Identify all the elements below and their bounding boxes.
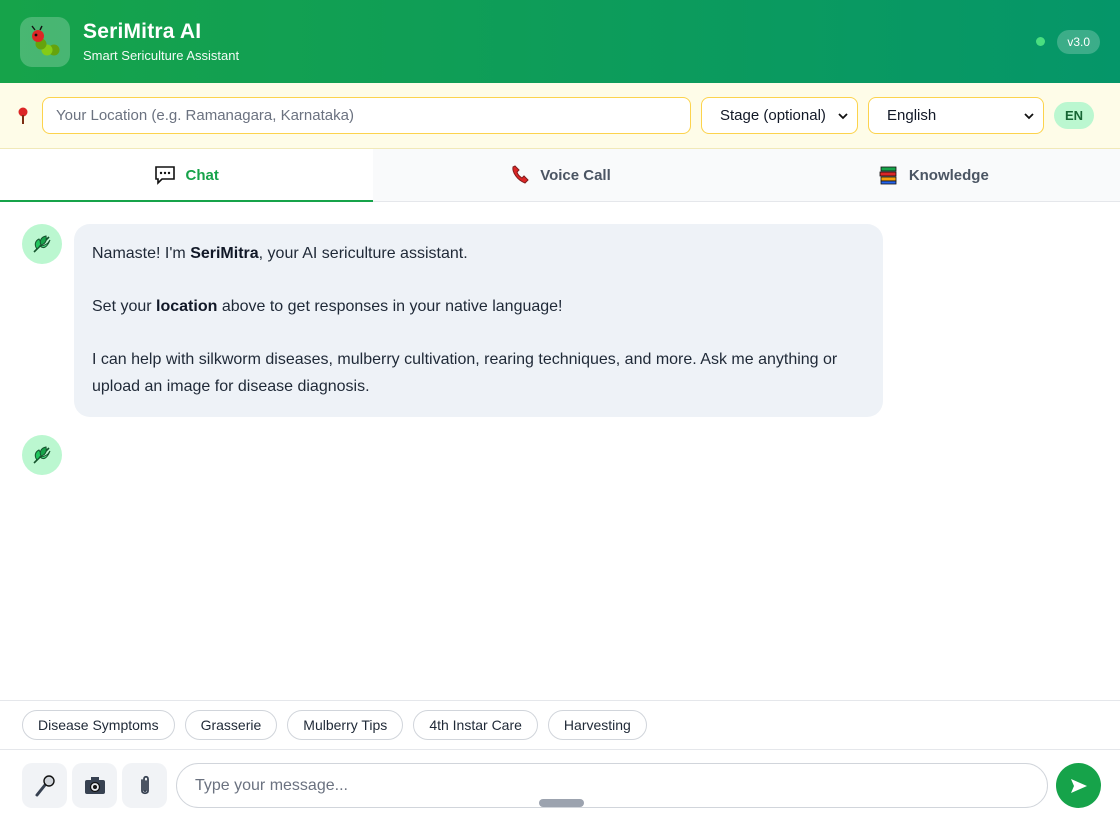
language-select-value: English bbox=[887, 107, 937, 124]
brand: SeriMitra AI Smart Sericulture Assistant bbox=[83, 20, 239, 63]
resize-handle[interactable] bbox=[539, 799, 584, 807]
send-button[interactable] bbox=[1056, 763, 1101, 808]
version-badge: v3.0 bbox=[1057, 29, 1100, 54]
chip-grasserie[interactable]: Grasserie bbox=[184, 710, 278, 740]
chat-icon bbox=[155, 166, 176, 185]
welcome-line-3: I can help with silkworm diseases, mulbe… bbox=[92, 351, 838, 395]
welcome-line-2: Set your location above to get responses… bbox=[92, 293, 865, 320]
paperclip-icon bbox=[140, 775, 149, 794]
phone-icon bbox=[512, 165, 529, 184]
header-status: v3.0 bbox=[1036, 29, 1100, 54]
caterpillar-logo-icon bbox=[20, 16, 70, 67]
tab-voice-call-label: Voice Call bbox=[540, 166, 611, 184]
message-bubble: Namaste! I'm SeriMitra, your AI sericult… bbox=[74, 224, 883, 417]
welcome-text: Set your bbox=[92, 298, 157, 315]
welcome-text: , your AI sericulture assistant. bbox=[258, 245, 468, 262]
quick-replies: Disease Symptoms Grasserie Mulberry Tips… bbox=[0, 700, 1120, 750]
camera-icon bbox=[84, 776, 105, 794]
assistant-message: Namaste! I'm SeriMitra, your AI sericult… bbox=[22, 224, 1098, 417]
leaf-avatar-icon bbox=[22, 224, 62, 264]
leaf-avatar-icon bbox=[22, 435, 62, 475]
assistant-typing-message bbox=[22, 435, 1098, 475]
attach-button[interactable] bbox=[122, 763, 167, 808]
composer bbox=[0, 750, 1120, 821]
language-select[interactable]: English bbox=[868, 97, 1044, 134]
chip-disease-symptoms[interactable]: Disease Symptoms bbox=[22, 710, 175, 740]
assistant-name: SeriMitra bbox=[190, 245, 259, 262]
camera-button[interactable] bbox=[72, 763, 117, 808]
location-input[interactable] bbox=[42, 97, 691, 134]
location-emphasis: location bbox=[156, 298, 218, 315]
tab-chat-label: Chat bbox=[185, 166, 219, 184]
online-status-icon bbox=[1036, 37, 1046, 46]
chip-harvesting[interactable]: Harvesting bbox=[547, 710, 647, 740]
tab-voice-call[interactable]: Voice Call bbox=[373, 149, 746, 201]
chip-mulberry-tips[interactable]: Mulberry Tips bbox=[287, 710, 404, 740]
tab-knowledge-label: Knowledge bbox=[908, 166, 989, 184]
chevron-down-icon bbox=[838, 112, 848, 119]
location-bar: Stage (optional) English EN bbox=[0, 83, 1120, 149]
stage-select-value: Stage (optional) bbox=[720, 107, 826, 124]
microphone-button[interactable] bbox=[22, 763, 67, 808]
welcome-line-1: Namaste! I'm SeriMitra, your AI sericult… bbox=[92, 240, 865, 267]
chip-4th-instar-care[interactable]: 4th Instar Care bbox=[413, 710, 538, 740]
welcome-text: above to get responses in your native la… bbox=[217, 298, 563, 315]
language-badge: EN bbox=[1054, 102, 1095, 129]
app-header: SeriMitra AI Smart Sericulture Assistant… bbox=[0, 0, 1120, 83]
tab-bar: Chat Voice Call Knowledge bbox=[0, 149, 1120, 202]
books-icon bbox=[879, 166, 897, 185]
chat-area[interactable]: Namaste! I'm SeriMitra, your AI sericult… bbox=[0, 202, 1120, 700]
message-input[interactable] bbox=[176, 763, 1048, 808]
tab-chat[interactable]: Chat bbox=[0, 149, 374, 202]
tab-knowledge[interactable]: Knowledge bbox=[747, 149, 1120, 201]
microphone-icon bbox=[35, 774, 55, 796]
app-subtitle: Smart Sericulture Assistant bbox=[83, 48, 240, 63]
send-icon bbox=[1070, 778, 1087, 793]
welcome-text: Namaste! I'm bbox=[92, 245, 191, 262]
app-title: SeriMitra AI bbox=[83, 20, 202, 43]
stage-select[interactable]: Stage (optional) bbox=[701, 97, 858, 134]
location-pin-icon bbox=[14, 106, 32, 126]
chevron-down-icon bbox=[1024, 112, 1034, 119]
